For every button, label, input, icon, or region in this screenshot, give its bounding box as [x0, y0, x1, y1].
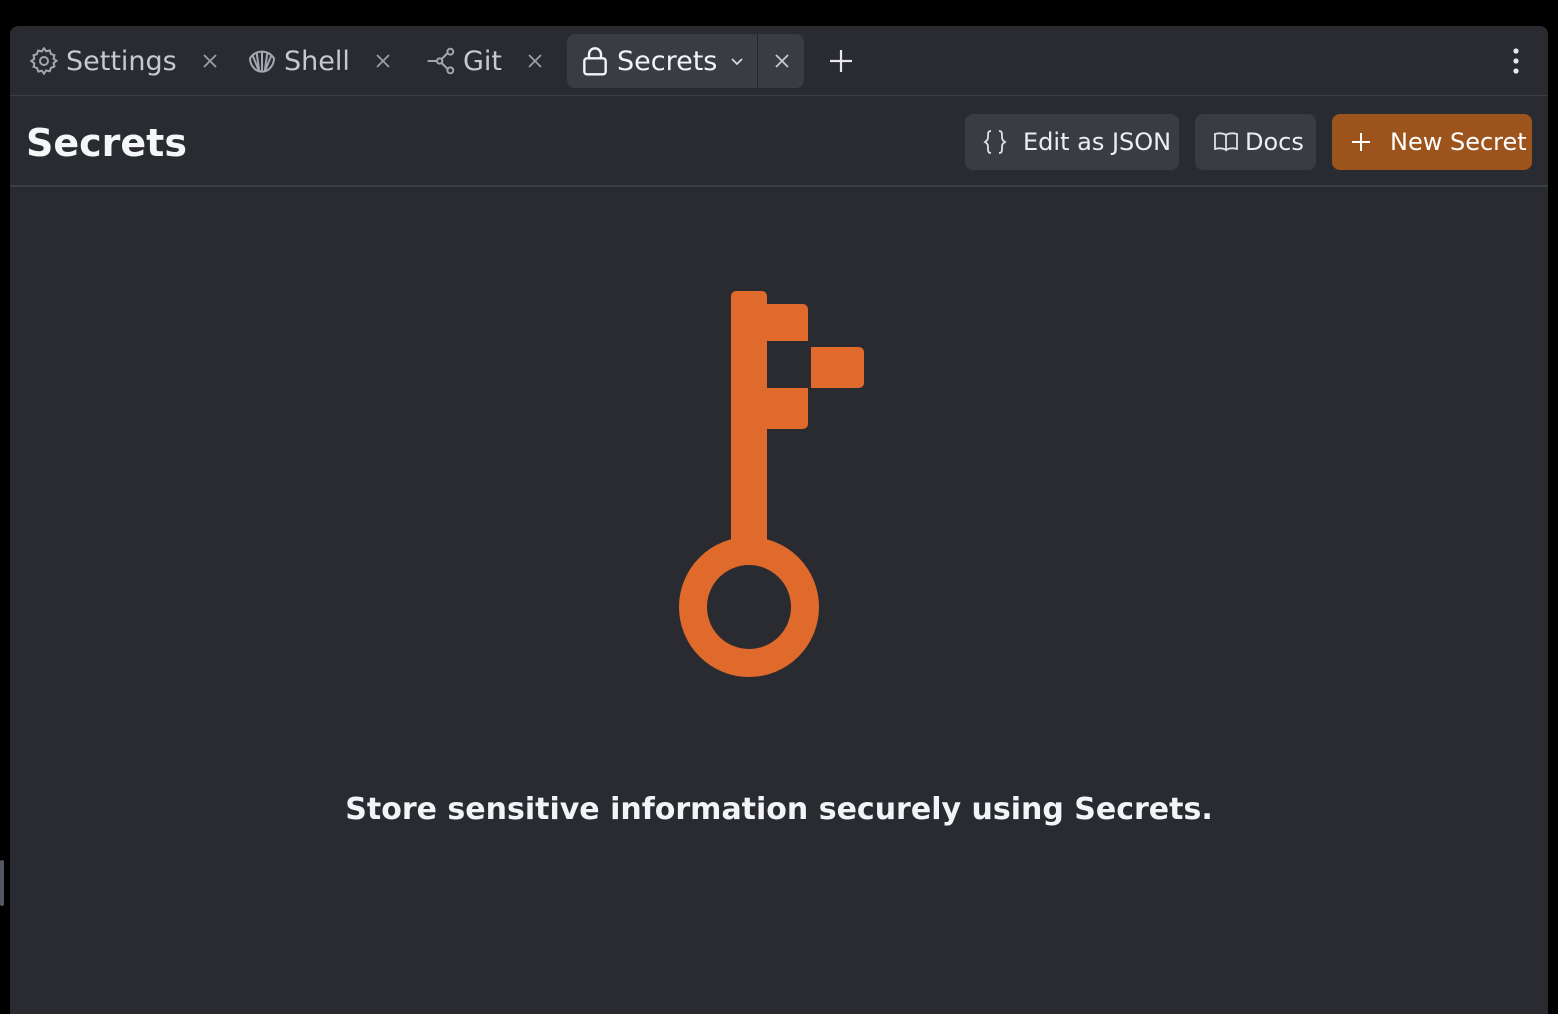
tab-label: Git: [463, 45, 503, 77]
empty-state-message: Store sensitive information securely usi…: [345, 792, 1213, 827]
docs-button[interactable]: Docs: [1195, 114, 1316, 170]
tab-git[interactable]: Git: [423, 34, 548, 88]
edit-as-json-label: Edit as JSON: [1023, 128, 1172, 156]
shell-icon: [244, 43, 280, 79]
git-branch-icon: [423, 43, 459, 79]
kebab-menu-icon: [1512, 47, 1520, 75]
tab-divider: [757, 34, 759, 88]
new-secret-label: New Secret: [1390, 128, 1527, 156]
lock-icon: [577, 43, 613, 79]
plus-icon: [827, 47, 855, 75]
close-icon[interactable]: [522, 48, 548, 74]
plus-icon: [1350, 131, 1372, 153]
new-secret-button[interactable]: New Secret: [1332, 114, 1532, 170]
close-icon[interactable]: [197, 48, 223, 74]
add-tab-button[interactable]: [824, 44, 858, 78]
page-title: Secrets: [26, 121, 187, 165]
tab-settings[interactable]: Settings: [26, 34, 223, 88]
close-icon[interactable]: [370, 48, 396, 74]
book-icon: [1213, 130, 1239, 154]
edit-as-json-button[interactable]: Edit as JSON: [965, 114, 1179, 170]
tab-shell[interactable]: Shell: [244, 34, 396, 88]
tab-secrets[interactable]: Secrets: [567, 34, 804, 88]
tab-bar: Settings Shell Git Secrets: [10, 26, 1548, 96]
docs-label: Docs: [1245, 128, 1304, 156]
scroll-handle[interactable]: [0, 860, 4, 906]
tab-label: Secrets: [617, 45, 718, 77]
app-window: Settings Shell Git Secrets Secrets Edit …: [10, 26, 1548, 1014]
tab-label: Shell: [284, 45, 350, 77]
gear-icon: [26, 43, 62, 79]
braces-icon: [983, 129, 1007, 155]
close-icon[interactable]: [769, 48, 795, 74]
tab-label: Settings: [66, 45, 177, 77]
page-header: Secrets Edit as JSON Docs New Secret: [10, 97, 1548, 187]
more-options-button[interactable]: [1504, 44, 1528, 78]
chevron-down-icon[interactable]: [725, 48, 749, 74]
empty-state: Store sensitive information securely usi…: [10, 189, 1548, 1014]
key-icon: [670, 289, 880, 683]
